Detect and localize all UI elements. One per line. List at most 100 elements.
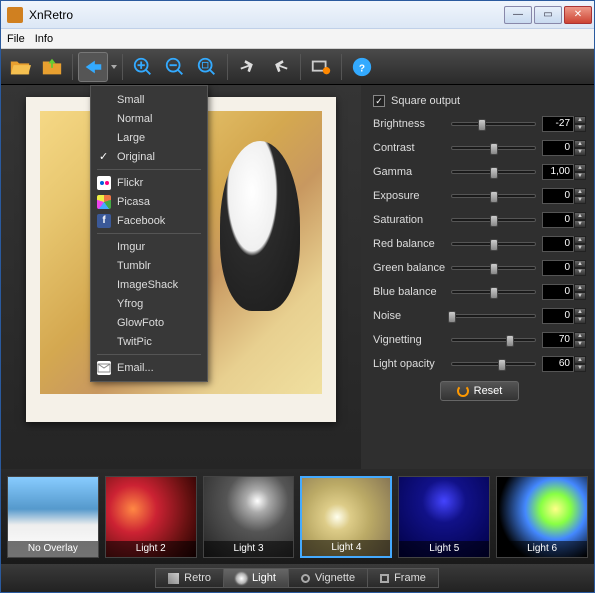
slider-value[interactable]: 0 bbox=[542, 308, 574, 324]
spin-down[interactable]: ▼ bbox=[574, 244, 586, 252]
slider-thumb[interactable] bbox=[490, 287, 498, 299]
slider-thumb[interactable] bbox=[490, 143, 498, 155]
slider-contrast: Contrast0▲▼ bbox=[373, 139, 586, 157]
spin-up[interactable]: ▲ bbox=[574, 212, 586, 220]
slider-value[interactable]: 60 bbox=[542, 356, 574, 372]
menu-file[interactable]: File bbox=[7, 33, 25, 45]
slider-value[interactable]: -27 bbox=[542, 116, 574, 132]
rotate-right-button[interactable] bbox=[265, 52, 295, 82]
slider-track[interactable] bbox=[451, 338, 536, 342]
share-email[interactable]: Email... bbox=[91, 358, 207, 377]
save-button[interactable] bbox=[37, 52, 67, 82]
spin-down[interactable]: ▼ bbox=[574, 148, 586, 156]
open-button[interactable] bbox=[5, 52, 35, 82]
overlay-thumb-light-6[interactable]: Light 6 bbox=[496, 476, 588, 558]
spin-down[interactable]: ▼ bbox=[574, 340, 586, 348]
tab-retro[interactable]: Retro bbox=[155, 568, 224, 588]
slider-label: Noise bbox=[373, 310, 451, 322]
spin-down[interactable]: ▼ bbox=[574, 196, 586, 204]
zoom-out-button[interactable] bbox=[160, 52, 190, 82]
minimize-button[interactable]: — bbox=[504, 6, 532, 24]
slider-track[interactable] bbox=[451, 146, 536, 150]
zoom-in-button[interactable] bbox=[128, 52, 158, 82]
slider-thumb[interactable] bbox=[448, 311, 456, 323]
share-size-original[interactable]: ✓Original bbox=[91, 147, 207, 166]
overlay-thumb-light-4[interactable]: Light 4 bbox=[300, 476, 392, 558]
spin-down[interactable]: ▼ bbox=[574, 292, 586, 300]
tab-frame[interactable]: Frame bbox=[367, 568, 439, 588]
slider-value[interactable]: 0 bbox=[542, 212, 574, 228]
spin-down[interactable]: ▼ bbox=[574, 124, 586, 132]
share-size-normal[interactable]: Normal bbox=[91, 109, 207, 128]
menu-info[interactable]: Info bbox=[35, 33, 53, 45]
share-size-large[interactable]: Large bbox=[91, 128, 207, 147]
slider-thumb[interactable] bbox=[490, 263, 498, 275]
spin-up[interactable]: ▲ bbox=[574, 356, 586, 364]
share-flickr[interactable]: Flickr bbox=[91, 173, 207, 192]
rotate-left-button[interactable] bbox=[233, 52, 263, 82]
slider-track[interactable] bbox=[451, 314, 536, 318]
settings-button[interactable] bbox=[306, 52, 336, 82]
slider-track[interactable] bbox=[451, 266, 536, 270]
share-facebook[interactable]: fFacebook bbox=[91, 211, 207, 230]
share-button[interactable] bbox=[78, 52, 108, 82]
spin-up[interactable]: ▲ bbox=[574, 332, 586, 340]
slider-track[interactable] bbox=[451, 290, 536, 294]
tab-light[interactable]: Light bbox=[223, 568, 289, 588]
spin-up[interactable]: ▲ bbox=[574, 188, 586, 196]
spin-up[interactable]: ▲ bbox=[574, 116, 586, 124]
spin-up[interactable]: ▲ bbox=[574, 284, 586, 292]
spin-down[interactable]: ▼ bbox=[574, 172, 586, 180]
slider-thumb[interactable] bbox=[490, 215, 498, 227]
slider-thumb[interactable] bbox=[490, 239, 498, 251]
share-twitpic[interactable]: TwitPic bbox=[91, 332, 207, 351]
share-picasa[interactable]: Picasa bbox=[91, 192, 207, 211]
close-button[interactable]: ✕ bbox=[564, 6, 592, 24]
share-size-small[interactable]: Small bbox=[91, 90, 207, 109]
share-tumblr[interactable]: Tumblr bbox=[91, 256, 207, 275]
spin-up[interactable]: ▲ bbox=[574, 236, 586, 244]
reset-button[interactable]: Reset bbox=[440, 381, 520, 401]
slider-value[interactable]: 0 bbox=[542, 140, 574, 156]
slider-value[interactable]: 0 bbox=[542, 236, 574, 252]
spin-up[interactable]: ▲ bbox=[574, 260, 586, 268]
zoom-fit-button[interactable] bbox=[192, 52, 222, 82]
slider-value[interactable]: 1,00 bbox=[542, 164, 574, 180]
slider-track[interactable] bbox=[451, 362, 536, 366]
maximize-button[interactable]: ▭ bbox=[534, 6, 562, 24]
overlay-thumb-light-5[interactable]: Light 5 bbox=[398, 476, 490, 558]
spin-down[interactable]: ▼ bbox=[574, 220, 586, 228]
slider-thumb[interactable] bbox=[506, 335, 514, 347]
slider-thumb[interactable] bbox=[490, 191, 498, 203]
spin-down[interactable]: ▼ bbox=[574, 316, 586, 324]
share-glowfoto[interactable]: GlowFoto bbox=[91, 313, 207, 332]
spin-up[interactable]: ▲ bbox=[574, 140, 586, 148]
help-button[interactable]: ? bbox=[347, 52, 377, 82]
spin-down[interactable]: ▼ bbox=[574, 364, 586, 372]
share-imgur[interactable]: Imgur bbox=[91, 237, 207, 256]
spin-up[interactable]: ▲ bbox=[574, 164, 586, 172]
slider-track[interactable] bbox=[451, 170, 536, 174]
share-yfrog[interactable]: Yfrog bbox=[91, 294, 207, 313]
slider-thumb[interactable] bbox=[498, 359, 506, 371]
spin-down[interactable]: ▼ bbox=[574, 268, 586, 276]
slider-value[interactable]: 0 bbox=[542, 284, 574, 300]
tab-vignette[interactable]: Vignette bbox=[288, 568, 368, 588]
email-icon bbox=[97, 361, 111, 375]
slider-thumb[interactable] bbox=[478, 119, 486, 131]
share-imageshack[interactable]: ImageShack bbox=[91, 275, 207, 294]
square-output-checkbox[interactable]: ✓ Square output bbox=[373, 95, 586, 107]
slider-track[interactable] bbox=[451, 218, 536, 222]
slider-value[interactable]: 0 bbox=[542, 260, 574, 276]
overlay-thumb-light-3[interactable]: Light 3 bbox=[203, 476, 295, 558]
slider-value[interactable]: 70 bbox=[542, 332, 574, 348]
slider-track[interactable] bbox=[451, 242, 536, 246]
slider-value[interactable]: 0 bbox=[542, 188, 574, 204]
share-dropdown-arrow[interactable] bbox=[111, 65, 117, 69]
overlay-thumb-no-overlay[interactable]: No Overlay bbox=[7, 476, 99, 558]
spin-up[interactable]: ▲ bbox=[574, 308, 586, 316]
slider-track[interactable] bbox=[451, 122, 536, 126]
slider-track[interactable] bbox=[451, 194, 536, 198]
slider-thumb[interactable] bbox=[490, 167, 498, 179]
overlay-thumb-light-2[interactable]: Light 2 bbox=[105, 476, 197, 558]
